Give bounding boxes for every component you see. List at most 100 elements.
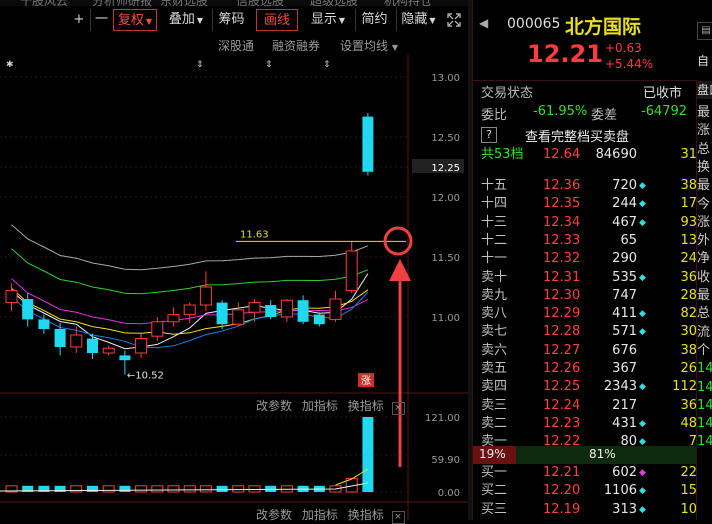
sell-row[interactable]: 卖三 12.24 217 36 xyxy=(473,397,697,415)
full-order-link[interactable]: 查看完整档买卖盘 xyxy=(525,126,629,145)
stock-code: 000065 xyxy=(507,16,561,32)
top-tab-0[interactable]: 十股风云 xyxy=(20,0,68,6)
event-marker-icon: ⇕ xyxy=(323,60,331,70)
sell-count: 93 xyxy=(680,214,697,230)
vol-tick-label: 0.00 xyxy=(438,488,460,499)
buy-row[interactable]: 买二 12.20 1106 ◆ 15 xyxy=(473,482,697,500)
weicha-label: 委差 xyxy=(591,108,618,123)
pankou-tab[interactable]: 盘口 xyxy=(697,81,712,99)
chart-grid xyxy=(0,55,468,520)
sell-count: 30 xyxy=(680,324,697,340)
candle-body xyxy=(345,250,358,292)
sell-count: 28 xyxy=(680,287,697,303)
top-tab-2[interactable]: 东财选股 xyxy=(160,0,208,6)
buy-count: 10 xyxy=(680,501,697,517)
rongzi-link[interactable]: 融资融券 xyxy=(272,37,320,54)
help-icon[interactable]: ? xyxy=(481,127,497,143)
sell-count: 38 xyxy=(680,178,697,193)
add-to-watchlist-tab[interactable]: 自 xyxy=(697,52,712,69)
candle-body xyxy=(362,116,374,172)
side-info-item: 最 xyxy=(697,105,711,120)
sell-qty: 411 xyxy=(612,306,637,322)
diejia-label: 叠加 xyxy=(168,12,195,27)
sell-level-label: 卖五 xyxy=(481,361,508,376)
sell-row[interactable]: 卖十 12.31 535 ◆ 36 xyxy=(473,269,697,287)
jia-zhibiao-link-1[interactable]: 加指标 xyxy=(302,399,338,413)
xianshi-button[interactable]: 显示 ▼ xyxy=(305,9,351,31)
huan-zhibiao-link-1[interactable]: 换指标 xyxy=(348,399,384,413)
chouma-button[interactable]: 筹码 xyxy=(212,9,250,31)
fullscreen-icon[interactable] xyxy=(444,9,464,31)
kline-svg[interactable]: 13.00 12.50 12.25 12.00 11.50 11.00 121.00 59.9… xyxy=(0,55,468,520)
side-info-item: 流 xyxy=(697,324,711,340)
sell-row[interactable]: 卖六 12.27 676 38 xyxy=(473,342,697,360)
zoom-in-button[interactable]: + xyxy=(68,9,90,31)
top-tab-3[interactable]: 信股选股 xyxy=(236,0,284,6)
sell-row[interactable]: 十五 12.36 720 ◆ 38 xyxy=(473,177,697,195)
huaxian-button[interactable]: 画线 xyxy=(256,9,298,31)
chart-sub-toolbar: 深股通 融资融券 设置均线 ▼ xyxy=(0,37,468,55)
sell-row[interactable]: 卖四 12.25 2343 ◆ 112 xyxy=(473,378,697,396)
sell-price: 12.27 xyxy=(543,342,581,358)
sell-row[interactable]: 十二 12.33 65 13 xyxy=(473,232,697,250)
side-info-item: 换 xyxy=(697,159,711,175)
side-info-item: 最 xyxy=(697,178,711,194)
jianyue-button[interactable]: 简约 xyxy=(355,9,393,31)
event-marker-icon: ⇕ xyxy=(265,60,273,70)
top-tab-4[interactable]: 超级选股 xyxy=(310,0,358,6)
vol-tick-label: 59.90 xyxy=(431,455,460,466)
chevron-down-icon: ▼ xyxy=(391,43,398,52)
gai-canshu-link-1[interactable]: 改参数 xyxy=(256,399,292,413)
candle-body xyxy=(183,304,196,316)
top-tab-1[interactable]: 分析师研报 xyxy=(92,0,152,6)
side-info-item: 14 xyxy=(697,434,712,450)
sell-row[interactable]: 十三 12.34 467 ◆ 93 xyxy=(473,214,697,232)
buy-row[interactable]: 买三 12.19 313 ◆ 10 xyxy=(473,501,697,519)
close-icon[interactable]: × xyxy=(391,402,405,415)
candle-body xyxy=(87,338,98,353)
top-tab-5[interactable]: 机构持仓 xyxy=(384,0,432,6)
buy-row[interactable]: 买一 12.21 602 ◆ 22 xyxy=(473,464,697,482)
sell-price: 12.28 xyxy=(543,324,581,340)
sell-count: 24 xyxy=(680,251,697,267)
volume-bar xyxy=(248,485,261,493)
chart-toolbar: + 一 复权 ▼ 叠加 ▼ 筹码 画线 显示 ▼ 简约 隐藏 ▼ xyxy=(0,9,468,33)
set-ma-link[interactable]: 设置均线 ▼ xyxy=(340,37,398,54)
side-info-item: 净 xyxy=(697,251,711,267)
y-tick-label: 11.00 xyxy=(431,313,460,324)
sell-row[interactable]: 十一 12.32 290 24 xyxy=(473,250,697,268)
price-change-pct: +5.44% xyxy=(605,57,654,71)
shengutong-link[interactable]: 深股通 xyxy=(218,37,254,54)
candle-body xyxy=(54,329,66,347)
close-icon[interactable]: × xyxy=(391,511,405,524)
kline-chart[interactable]: 13.00 12.50 12.25 12.00 11.50 11.00 121.00 59.9… xyxy=(0,55,468,524)
yincang-button[interactable]: 隐藏 ▼ xyxy=(396,9,440,31)
volume-bar xyxy=(119,485,131,492)
diejia-button[interactable]: 叠加 ▼ xyxy=(163,9,209,31)
sell-count: 17 xyxy=(680,196,697,212)
buy-qty: 1106 xyxy=(603,483,637,499)
sell-row[interactable]: 卖九 12.30 747 28 xyxy=(473,287,697,305)
sell-row[interactable]: 卖八 12.29 411 ◆ 82 xyxy=(473,305,697,323)
chevron-down-icon: ▼ xyxy=(145,17,153,26)
list-icon[interactable]: ▤ xyxy=(697,22,712,40)
zoom-out-button[interactable]: 一 xyxy=(90,9,112,31)
yincang-label: 隐藏 xyxy=(401,12,428,27)
sell-row[interactable]: 卖七 12.28 571 ◆ 30 xyxy=(473,323,697,341)
side-info-item: 涨 xyxy=(697,214,711,230)
sell-row[interactable]: 卖二 12.23 431 ◆ 48 xyxy=(473,415,697,433)
sell-price: 12.31 xyxy=(543,269,581,285)
candle-body xyxy=(167,314,180,323)
event-marker-icon: ✱ xyxy=(6,60,14,70)
diamond-icon: ◆ xyxy=(639,181,646,191)
chevron-left-icon[interactable]: ◀ xyxy=(479,16,488,30)
sell-price: 12.30 xyxy=(543,287,581,303)
candle-body xyxy=(297,300,309,322)
fuquan-button[interactable]: 复权 ▼ xyxy=(113,9,157,31)
y-tick-label: 12.00 xyxy=(431,193,460,204)
sell-qty: 65 xyxy=(620,232,637,248)
volume-bar xyxy=(216,485,228,492)
sell-qty: 535 xyxy=(612,269,637,285)
sell-row[interactable]: 卖五 12.26 367 26 xyxy=(473,360,697,378)
sell-row[interactable]: 十四 12.35 244 ◆ 17 xyxy=(473,195,697,213)
